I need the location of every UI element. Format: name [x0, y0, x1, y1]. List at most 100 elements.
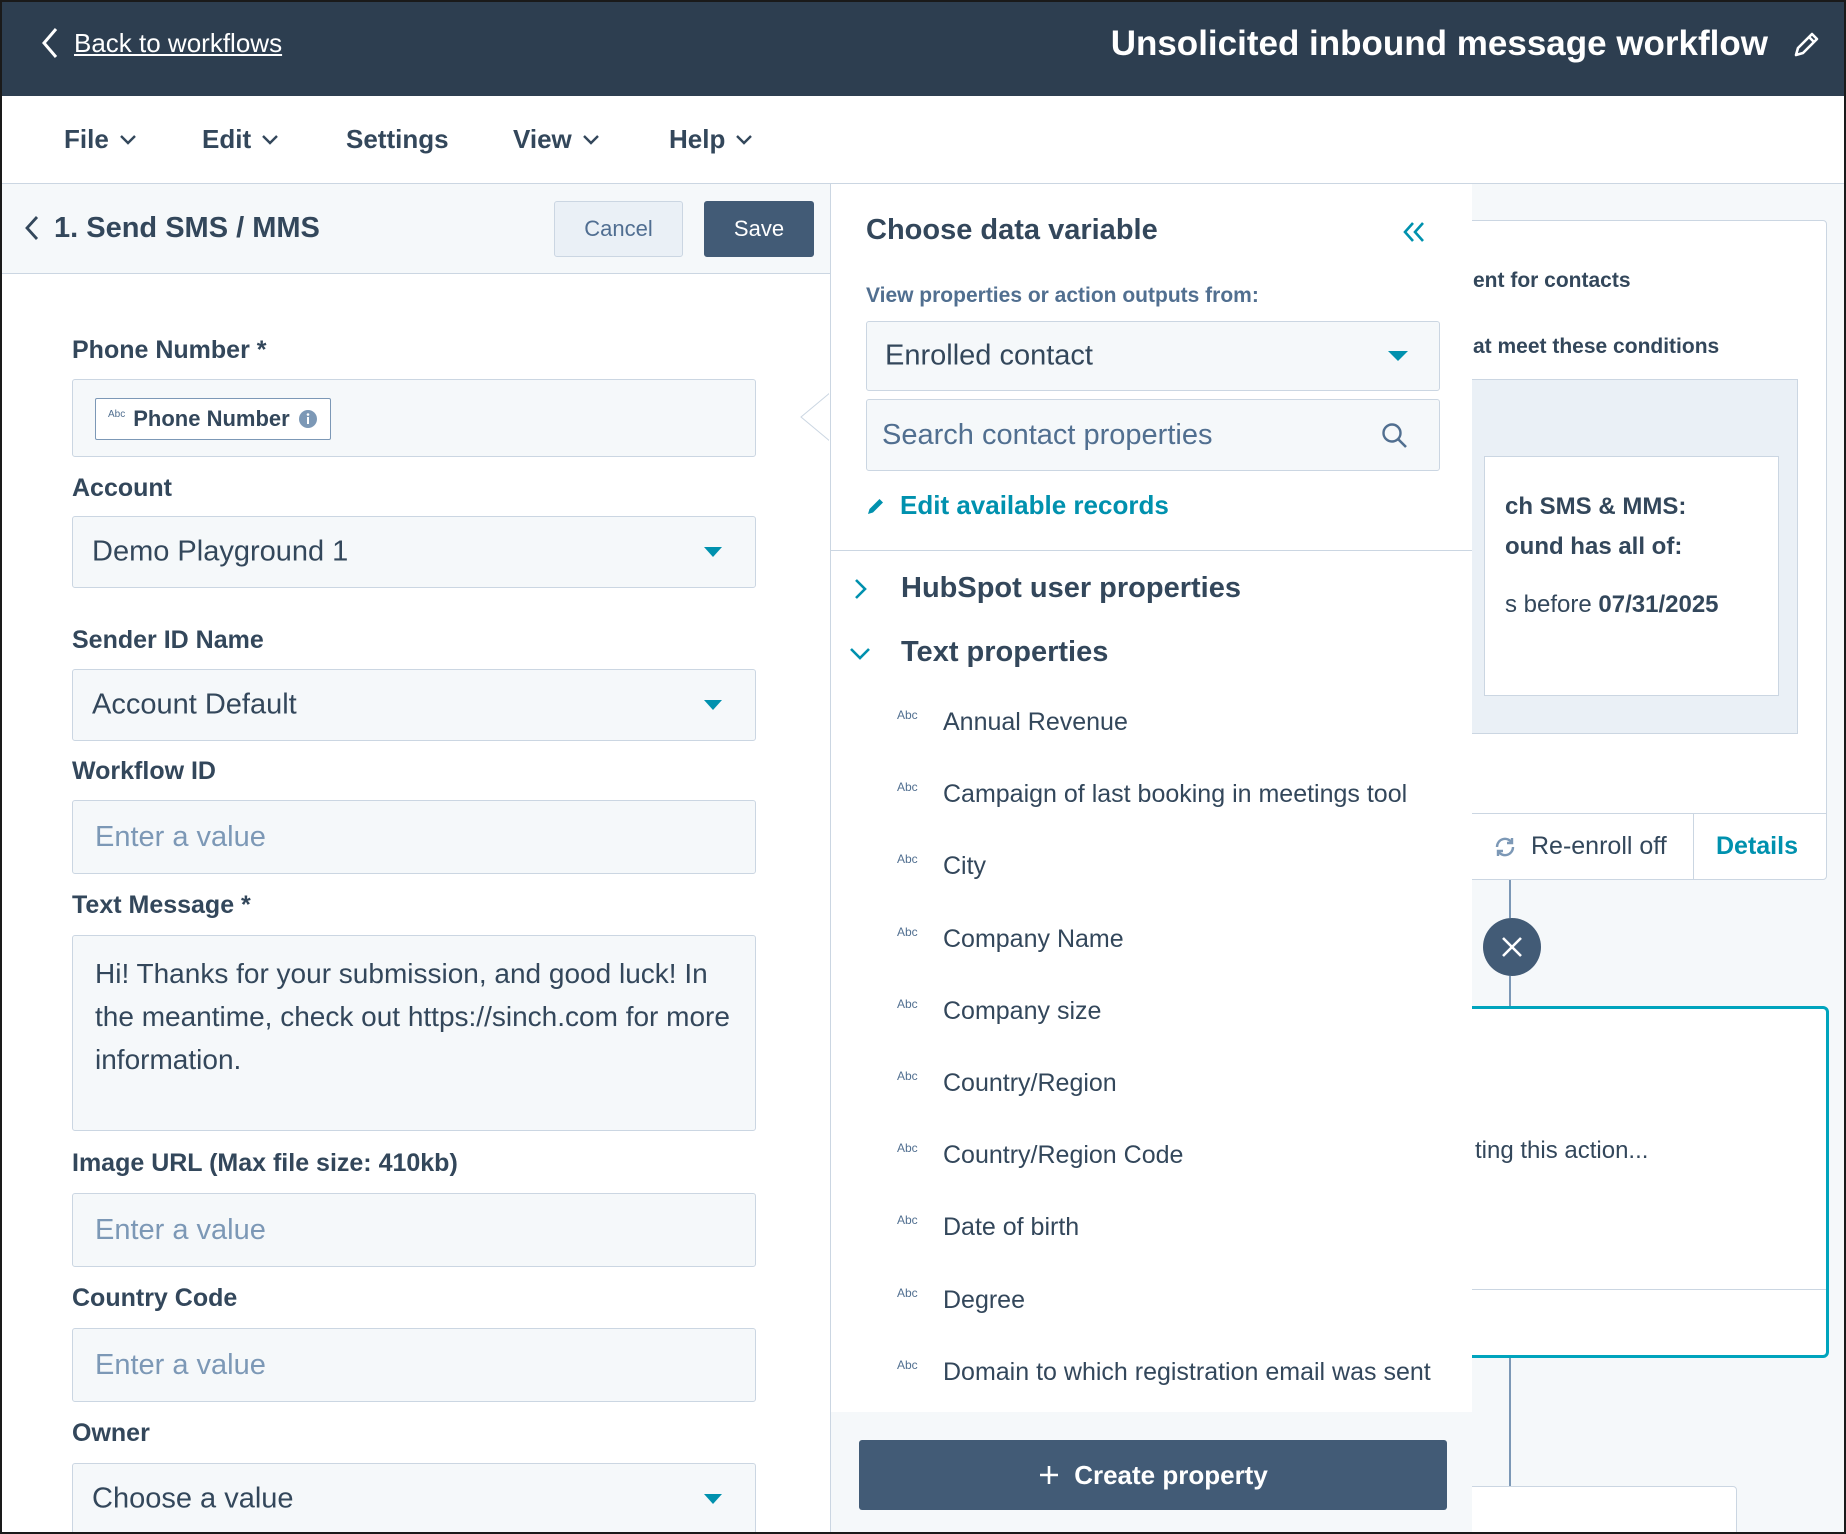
- condition-date-rule: s before 07/31/2025: [1505, 591, 1719, 619]
- trigger-conditions-text: at meet these conditions: [1473, 335, 1720, 358]
- group-text-properties[interactable]: Text properties: [849, 636, 1108, 669]
- phone-number-field[interactable]: Abc Phone Number: [72, 379, 756, 457]
- edit-records-label: Edit available records: [900, 490, 1169, 520]
- property-name: Degree: [943, 1285, 1025, 1314]
- property-name: Company size: [943, 996, 1102, 1025]
- condition-date-value: 07/31/2025: [1598, 591, 1719, 618]
- enrollment-trigger-card[interactable]: ent for contacts at meet these condition…: [1442, 220, 1827, 880]
- source-select[interactable]: Enrolled contact: [866, 321, 1440, 391]
- workflow-title[interactable]: Unsolicited inbound message workflow: [1111, 24, 1768, 64]
- workflow-id-label: Workflow ID: [72, 757, 216, 785]
- property-name: Country/Region: [943, 1068, 1117, 1097]
- owner-select[interactable]: Choose a value: [72, 1463, 756, 1532]
- back-to-workflows-link[interactable]: Back to workflows: [40, 26, 282, 60]
- pencil-icon[interactable]: [1792, 29, 1822, 59]
- data-variable-panel: Choose data variable View properties or …: [830, 184, 1472, 1532]
- menu-help[interactable]: Help: [669, 124, 753, 155]
- country-code-label: Country Code: [72, 1284, 238, 1312]
- account-label: Account: [72, 474, 172, 502]
- create-property-label: Create property: [1074, 1459, 1268, 1490]
- property-name: Campaign of last booking in meetings too…: [943, 779, 1408, 808]
- phone-number-token[interactable]: Abc Phone Number: [95, 398, 331, 440]
- property-name: Company Name: [943, 924, 1124, 953]
- account-value: Demo Playground 1: [92, 535, 349, 568]
- connector-line: [1509, 976, 1511, 1006]
- chevron-down-icon: [736, 134, 753, 145]
- search-input[interactable]: [867, 400, 1439, 470]
- property-item[interactable]: Abc Degree: [897, 1280, 1437, 1320]
- owner-label: Owner: [72, 1419, 150, 1447]
- connector-line: [1509, 880, 1511, 918]
- menu-edit[interactable]: Edit: [202, 124, 279, 155]
- property-item[interactable]: Abc Company Name: [897, 919, 1437, 959]
- selected-action-card[interactable]: ting this action...: [1442, 1006, 1829, 1358]
- sender-id-value: Account Default: [92, 688, 297, 721]
- menu-view[interactable]: View: [513, 124, 600, 155]
- property-item[interactable]: Abc City: [897, 846, 1437, 886]
- menu-settings[interactable]: Settings: [346, 124, 449, 155]
- text-type-badge: Abc: [897, 1141, 918, 1155]
- chevron-right-icon: [855, 578, 867, 599]
- image-url-input[interactable]: [73, 1194, 755, 1266]
- account-select[interactable]: Demo Playground 1: [72, 516, 756, 588]
- property-item[interactable]: Abc Country/Region Code: [897, 1135, 1437, 1175]
- caret-down-icon: [704, 1494, 722, 1504]
- text-type-badge: Abc: [897, 780, 918, 794]
- search-icon[interactable]: [1381, 422, 1409, 450]
- property-item[interactable]: Abc Company size: [897, 991, 1437, 1031]
- text-message-label: Text Message *: [72, 891, 251, 919]
- text-type-badge: Abc: [897, 1358, 918, 1372]
- menu-file[interactable]: File: [64, 124, 137, 155]
- property-name: Annual Revenue: [943, 707, 1128, 736]
- condition-rule: ound has all of:: [1505, 533, 1683, 560]
- chevron-down-icon: [582, 134, 599, 145]
- refresh-icon: [1495, 837, 1515, 856]
- text-type-badge: Abc: [897, 852, 918, 866]
- caret-down-icon: [704, 547, 722, 557]
- connector-line: [1509, 1358, 1511, 1488]
- edit-available-records-link[interactable]: Edit available records: [866, 490, 1169, 521]
- group-hubspot-user-properties[interactable]: HubSpot user properties: [849, 572, 1241, 605]
- phone-number-label: Phone Number *: [72, 336, 267, 364]
- trigger-card-footer: Re-enroll off Details: [1443, 813, 1826, 879]
- chevron-left-icon[interactable]: [24, 214, 40, 242]
- image-url-label: Image URL (Max file size: 410kb): [72, 1149, 458, 1177]
- top-header: Back to workflows Unsolicited inbound me…: [2, 2, 1844, 96]
- details-button[interactable]: Details: [1693, 814, 1798, 879]
- cancel-button[interactable]: Cancel: [554, 201, 683, 257]
- condition-source: ch SMS & MMS:: [1505, 493, 1687, 520]
- info-icon[interactable]: [298, 409, 318, 429]
- text-message-field[interactable]: Hi! Thanks for your submission, and good…: [72, 935, 756, 1131]
- property-item[interactable]: Abc Campaign of last booking in meetings …: [897, 774, 1437, 814]
- workflow-id-input[interactable]: [73, 801, 755, 873]
- menu-settings-label: Settings: [346, 124, 449, 154]
- condition-date-prefix: s before: [1505, 591, 1599, 618]
- next-action-card[interactable]: [1442, 1486, 1737, 1532]
- sender-id-select[interactable]: Account Default: [72, 669, 756, 741]
- popover-pointer: [800, 392, 831, 442]
- divider: [831, 550, 1472, 551]
- text-message-value: Hi! Thanks for your submission, and good…: [95, 958, 730, 1075]
- property-item[interactable]: Abc Domain to which registration email wa…: [897, 1352, 1437, 1392]
- double-chevron-left-icon[interactable]: [1401, 220, 1427, 244]
- condition-filter[interactable]: ch SMS & MMS: ound has all of: s before …: [1484, 456, 1779, 696]
- action-title: 1. Send SMS / MMS: [54, 212, 320, 244]
- property-item[interactable]: Abc Date of birth: [897, 1207, 1437, 1247]
- save-button[interactable]: Save: [704, 201, 814, 257]
- menu-help-label: Help: [669, 124, 726, 154]
- text-type-badge: Abc: [897, 1213, 918, 1227]
- delete-action-button[interactable]: [1483, 918, 1541, 976]
- chevron-down-icon: [119, 134, 136, 145]
- property-name: City: [943, 851, 987, 880]
- create-property-button[interactable]: Create property: [859, 1440, 1447, 1510]
- property-item[interactable]: Abc Annual Revenue: [897, 702, 1437, 742]
- menu-view-label: View: [513, 124, 572, 154]
- menu-file-label: File: [64, 124, 109, 154]
- text-type-badge: Abc: [897, 925, 918, 939]
- country-code-input[interactable]: [73, 1329, 755, 1401]
- variable-panel-footer: Create property: [831, 1412, 1472, 1532]
- back-link-label: Back to workflows: [74, 27, 283, 58]
- reenroll-toggle[interactable]: Re-enroll off: [1493, 832, 1667, 861]
- property-item[interactable]: Abc Country/Region: [897, 1063, 1437, 1103]
- caret-down-icon: [1388, 351, 1408, 361]
